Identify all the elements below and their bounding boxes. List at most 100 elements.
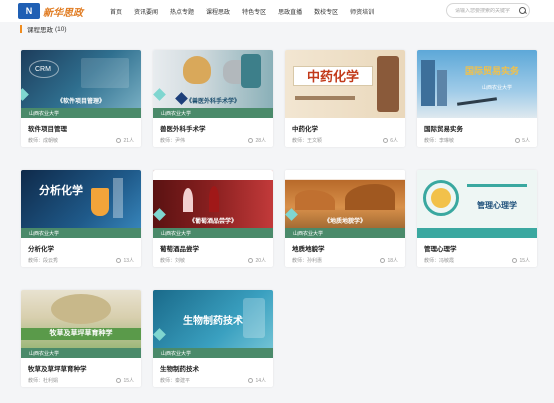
course-meta: 教师：秦建平 14人 <box>160 377 266 384</box>
course-name[interactable]: 牧草及草坪草育种学 <box>28 363 87 373</box>
user-icon <box>116 258 122 264</box>
course-meta: 教师：孙利惠 18人 <box>292 257 398 264</box>
course-cover: 管理心理学 <box>417 170 537 238</box>
course-meta: 教师：段云秀 13人 <box>28 257 134 264</box>
nav-news[interactable]: 资讯要闻 <box>128 7 164 16</box>
section-title: 课程思政 <box>27 27 53 34</box>
user-icon <box>248 258 254 264</box>
course-name[interactable]: 生物制药技术 <box>160 363 199 373</box>
course-meta: 教师：杜利娟 15人 <box>28 377 134 384</box>
search-box <box>446 3 530 18</box>
cover-school: 山西农业大学 <box>29 350 60 357</box>
course-cover: 《葡萄酒品尝学》 山西农业大学 <box>153 170 273 238</box>
cover-school: 山西农业大学 <box>161 350 192 357</box>
user-icon <box>116 138 122 144</box>
nav-training[interactable]: 师资培训 <box>344 7 380 16</box>
course-students: 15人 <box>116 377 134 384</box>
course-meta: 教师：王文颖 6人 <box>292 137 398 144</box>
course-card[interactable]: 国际贸易实务 山西农业大学 国际贸易实务 教师：李琳敏 5人 <box>417 50 537 147</box>
cover-band: 山西农业大学 <box>153 228 273 238</box>
cover-title: 管理心理学 <box>477 201 517 210</box>
course-card[interactable]: 管理心理学 管理心理学 教师：冯敏霞 15人 <box>417 170 537 267</box>
cover-diamond <box>153 328 166 341</box>
course-card[interactable]: 中药化学 中药化学 教师：王文颖 6人 <box>285 50 405 147</box>
course-name[interactable]: 软件项目管理 <box>28 123 67 133</box>
search-input[interactable] <box>455 7 519 14</box>
logo-mark: N <box>18 3 40 19</box>
course-meta: 教师：尹伟 28人 <box>160 137 266 144</box>
cover-title: 牧草及草坪草育种学 <box>49 330 113 337</box>
cover-title: 分析化学 <box>39 185 83 197</box>
course-card[interactable]: 《兽医外科手术学》 山西农业大学 兽医外科手术学 教师：尹伟 28人 <box>153 50 273 147</box>
cover-title: 国际贸易实务 <box>464 66 519 76</box>
course-name[interactable]: 管理心理学 <box>424 243 457 253</box>
course-teacher: 教师：冯敏霞 <box>424 258 455 264</box>
course-card[interactable]: 《地质地貌学》 山西农业大学 地质地貌学 教师：孙利惠 18人 <box>285 170 405 267</box>
nav-courses[interactable]: 课程思政 <box>200 7 236 16</box>
course-name[interactable]: 地质地貌学 <box>292 243 325 253</box>
cover-band: 山西农业大学 <box>21 348 141 358</box>
course-teacher: 教师：尹伟 <box>160 138 186 144</box>
course-students: 20人 <box>248 257 266 264</box>
cover-school: 山西农业大学 <box>29 230 60 237</box>
course-meta: 教师：冯敏霞 15人 <box>424 257 530 264</box>
cover-school: 山西农业大学 <box>293 230 324 237</box>
course-students: 28人 <box>248 137 266 144</box>
course-name[interactable]: 国际贸易实务 <box>424 123 463 133</box>
course-name[interactable]: 葡萄酒品尝学 <box>160 243 199 253</box>
user-icon <box>116 378 122 384</box>
course-teacher: 教师：成朝敏 <box>28 138 59 144</box>
cover-title: 《兽医外科手术学》 <box>185 99 240 105</box>
course-cover: 《地质地貌学》 山西农业大学 <box>285 170 405 238</box>
nav-featured[interactable]: 特色专区 <box>236 7 272 16</box>
course-name[interactable]: 中药化学 <box>292 123 318 133</box>
section-accent-bar <box>20 25 22 33</box>
site-logo[interactable]: N 新华思政 <box>18 2 94 20</box>
cover-school: 山西农业大学 <box>161 110 192 117</box>
search-icon[interactable] <box>519 6 526 15</box>
top-navigation-bar: N 新华思政 首页 资讯要闻 热点专题 课程思政 特色专区 思政直播 数校专区 … <box>0 0 554 22</box>
cover-band: 山西农业大学 <box>153 348 273 358</box>
nav-topics[interactable]: 热点专题 <box>164 7 200 16</box>
course-teacher: 教师：孙利惠 <box>292 258 323 264</box>
cover-title: 《地质地貌学》 <box>323 219 366 225</box>
course-cover: 《兽医外科手术学》 山西农业大学 <box>153 50 273 118</box>
cover-school: 山西农业大学 <box>481 85 512 91</box>
course-name[interactable]: 兽医外科手术学 <box>160 123 206 133</box>
course-card[interactable]: 《葡萄酒品尝学》 山西农业大学 葡萄酒品尝学 教师：刘敏 20人 <box>153 170 273 267</box>
nav-live[interactable]: 思政直播 <box>272 7 308 16</box>
course-meta: 教师：李琳敏 5人 <box>424 137 530 144</box>
cover-band: 山西农业大学 <box>153 108 273 118</box>
nav-schools[interactable]: 数校专区 <box>308 7 344 16</box>
course-cover: 生物制药技术 山西农业大学 <box>153 290 273 358</box>
user-icon <box>383 138 389 144</box>
course-card[interactable]: 生物制药技术 山西农业大学 生物制药技术 教师：秦建平 14人 <box>153 290 273 387</box>
section-count: (10) <box>55 25 67 33</box>
course-card[interactable]: CRM 《软件项目管理》 山西农业大学 软件项目管理 教师：成朝敏 21人 <box>21 50 141 147</box>
logo-text: 新华思政 <box>43 7 83 19</box>
course-card[interactable]: 牧草及草坪草育种学 山西农业大学 牧草及草坪草育种学 教师：杜利娟 15人 <box>21 290 141 387</box>
cover-title: 《软件项目管理》 <box>56 99 105 105</box>
user-icon <box>248 378 254 384</box>
course-students: 5人 <box>515 137 530 144</box>
cover-school: 山西农业大学 <box>161 230 192 237</box>
user-icon <box>248 138 254 144</box>
main-nav: 首页 资讯要闻 热点专题 课程思政 特色专区 思政直播 数校专区 师资培训 <box>104 0 380 22</box>
course-students: 21人 <box>116 137 134 144</box>
course-card[interactable]: 分析化学 山西农业大学 分析化学 教师：段云秀 13人 <box>21 170 141 267</box>
cover-school: 山西农业大学 <box>29 110 60 117</box>
course-teacher: 教师：王文颖 <box>292 138 323 144</box>
user-icon <box>512 258 518 264</box>
course-teacher: 教师：段云秀 <box>28 258 59 264</box>
course-students: 6人 <box>383 137 398 144</box>
course-teacher: 教师：李琳敏 <box>424 138 455 144</box>
course-students: 13人 <box>116 257 134 264</box>
cover-band: 山西农业大学 <box>21 108 141 118</box>
course-name[interactable]: 分析化学 <box>28 243 54 253</box>
course-cover: 分析化学 山西农业大学 <box>21 170 141 238</box>
section-header: 课程思政 (10) <box>20 24 67 34</box>
cover-band: 山西农业大学 <box>21 228 141 238</box>
cover-band: 山西农业大学 <box>285 228 405 238</box>
course-cover: 国际贸易实务 山西农业大学 <box>417 50 537 118</box>
nav-home[interactable]: 首页 <box>104 7 128 16</box>
